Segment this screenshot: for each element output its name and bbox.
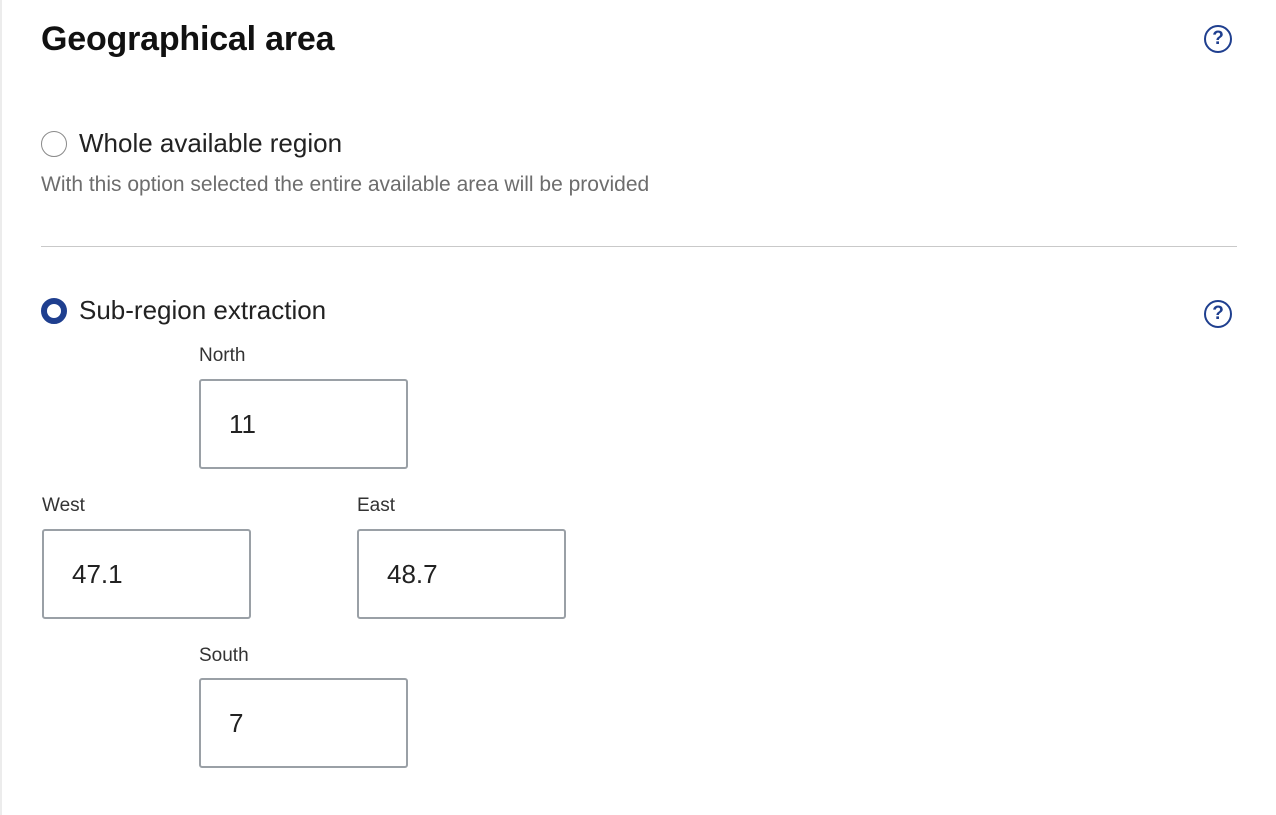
geographical-area-panel: Geographical area ? Whole available regi… [0,0,1276,815]
south-input[interactable] [199,678,408,768]
east-label: East [357,495,396,516]
whole-region-label: Whole available region [79,128,343,158]
whole-region-option[interactable]: Whole available region [41,128,342,159]
east-input[interactable] [357,529,566,619]
section-title: Geographical area [41,20,335,58]
help-icon[interactable]: ? [1204,25,1232,53]
north-label: North [199,345,246,366]
whole-region-description: With this option selected the entire ava… [41,173,650,196]
sub-region-radio[interactable] [41,297,67,324]
divider [41,246,1237,247]
south-label: South [199,645,249,666]
west-input[interactable] [42,529,251,619]
sub-region-help-icon[interactable]: ? [1204,300,1232,328]
west-label: West [42,495,85,516]
north-input[interactable] [199,379,408,469]
sub-region-label: Sub-region extraction [79,295,327,325]
sub-region-option[interactable]: Sub-region extraction [41,295,326,326]
whole-region-radio[interactable] [41,130,67,157]
